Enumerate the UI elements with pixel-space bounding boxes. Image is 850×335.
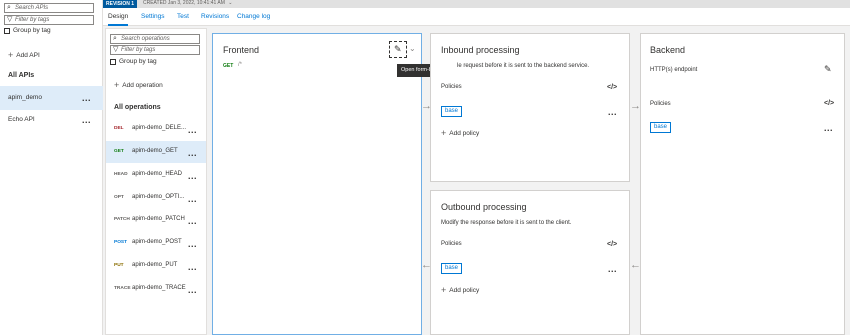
code-icon[interactable]: </> bbox=[607, 84, 617, 91]
revision-bar: REVISION 1 CREATED Jan 3, 2022, 10:41:41… bbox=[103, 0, 850, 8]
base-policy-chip[interactable]: base bbox=[441, 263, 463, 274]
policies-label: Policies bbox=[650, 101, 671, 107]
operation-name: apim-demo_DELE... bbox=[132, 125, 187, 131]
tab-settings[interactable]: Settings bbox=[141, 8, 165, 26]
verb-badge: PATCH bbox=[114, 217, 130, 222]
chevron-down-icon[interactable]: ⌄ bbox=[409, 44, 416, 53]
inbound-description: le request before it is sent to the back… bbox=[457, 63, 590, 69]
tab-test[interactable]: Test bbox=[177, 8, 189, 26]
policies-label: Policies bbox=[441, 241, 462, 247]
all-apis-heading: All APIs bbox=[8, 72, 35, 79]
more-icon[interactable]: ... bbox=[188, 286, 197, 295]
operation-row-head[interactable]: HEAD apim-demo_HEAD ... bbox=[106, 164, 206, 186]
filter-icon: ▽ bbox=[7, 16, 13, 23]
tab-design[interactable]: Design bbox=[108, 8, 129, 26]
more-icon[interactable]: ... bbox=[188, 263, 197, 272]
revision-badge[interactable]: REVISION 1 bbox=[103, 0, 138, 8]
all-operations-heading: All operations bbox=[114, 104, 161, 111]
frontend-verb: GET bbox=[223, 63, 234, 69]
checkbox-box[interactable] bbox=[110, 58, 116, 65]
verb-badge: PUT bbox=[114, 263, 124, 268]
code-icon[interactable]: </> bbox=[824, 100, 834, 107]
base-policy-chip[interactable]: base bbox=[650, 122, 672, 133]
plus-icon: + bbox=[114, 80, 120, 90]
outbound-description: Modify the response before it is sent to… bbox=[441, 220, 572, 226]
verb-badge: DEL bbox=[114, 126, 124, 131]
outbound-title: Outbound processing bbox=[441, 202, 527, 212]
search-operations-input[interactable]: ⌕ Search operations bbox=[110, 34, 200, 44]
more-icon[interactable]: ... bbox=[608, 265, 617, 274]
filter-operations-input[interactable]: ▽ Filter by tags bbox=[110, 45, 200, 55]
operation-name: apim-demo_OPTI... bbox=[132, 194, 185, 200]
add-policy-button[interactable]: + Add policy bbox=[441, 128, 479, 138]
more-icon[interactable]: ... bbox=[82, 116, 91, 125]
backend-card: Backend HTTP(s) endpoint ✎ Policies </> … bbox=[640, 33, 845, 335]
policies-label: Policies bbox=[441, 84, 462, 90]
operation-name: apim-demo_TRACE bbox=[132, 285, 186, 291]
operation-name: apim-demo_HEAD bbox=[132, 171, 183, 177]
frontend-title: Frontend bbox=[223, 45, 260, 55]
api-item-apim-demo[interactable]: apim_demo ... bbox=[0, 86, 103, 110]
group-by-tag-checkbox[interactable]: Group by tag bbox=[4, 27, 51, 34]
edit-form-button[interactable]: ✎ bbox=[389, 41, 407, 58]
operation-name: apim-demo_POST bbox=[132, 239, 182, 245]
tab-bar: Design Settings Test Revisions Change lo… bbox=[103, 8, 850, 26]
endpoint-label: HTTP(s) endpoint bbox=[650, 67, 698, 73]
inbound-card: Inbound processing le request before it … bbox=[430, 33, 630, 182]
more-icon[interactable]: ... bbox=[824, 124, 833, 133]
operation-row-trace[interactable]: TRACE apim-demo_TRACE ... bbox=[106, 278, 206, 300]
operation-name: apim-demo_PATCH bbox=[132, 216, 185, 222]
more-icon[interactable]: ... bbox=[188, 172, 197, 181]
operation-row-post[interactable]: POST apim-demo_POST ... bbox=[106, 232, 206, 254]
more-icon[interactable]: ... bbox=[188, 126, 197, 135]
more-icon[interactable]: ... bbox=[188, 195, 197, 204]
api-item-echo-api[interactable]: Echo API ... bbox=[0, 108, 103, 132]
backend-title: Backend bbox=[650, 45, 686, 55]
inbound-title: Inbound processing bbox=[441, 45, 520, 55]
verb-badge: POST bbox=[114, 240, 128, 245]
verb-badge: HEAD bbox=[114, 172, 128, 177]
operation-name: apim-demo_GET bbox=[132, 148, 178, 154]
more-icon[interactable]: ... bbox=[608, 108, 617, 117]
more-icon[interactable]: ... bbox=[82, 94, 91, 103]
verb-badge: GET bbox=[114, 149, 124, 154]
pencil-icon[interactable]: ✎ bbox=[824, 64, 832, 75]
base-policy-chip[interactable]: base bbox=[441, 106, 463, 117]
plus-icon: + bbox=[441, 285, 447, 295]
operation-row-put[interactable]: PUT apim-demo_PUT ... bbox=[106, 255, 206, 277]
api-list-panel: ⌕ Search APIs ▽ Filter by tags Group by … bbox=[0, 0, 103, 335]
operations-panel: ⌕ Search operations ▽ Filter by tags Gro… bbox=[105, 28, 207, 335]
more-icon[interactable]: ... bbox=[188, 149, 197, 158]
more-icon[interactable]: ... bbox=[188, 217, 197, 226]
frontend-card[interactable]: Frontend ✎ ⌄ GET /* bbox=[212, 33, 422, 335]
code-icon[interactable]: </> bbox=[607, 241, 617, 248]
search-apis-input[interactable]: ⌕ Search APIs bbox=[4, 3, 94, 13]
more-icon[interactable]: ... bbox=[188, 240, 197, 249]
chevron-down-icon[interactable]: ⌄ bbox=[228, 0, 232, 6]
filter-apis-input[interactable]: ▽ Filter by tags bbox=[4, 15, 94, 25]
operation-name: apim-demo_PUT bbox=[132, 262, 178, 268]
tab-revisions[interactable]: Revisions bbox=[201, 8, 229, 26]
frontend-path: /* bbox=[238, 62, 243, 68]
filter-icon: ▽ bbox=[113, 46, 119, 53]
verb-badge: OPT bbox=[114, 195, 124, 200]
operation-row-delete[interactable]: DEL apim-demo_DELE... ... bbox=[106, 118, 206, 140]
tab-change-log[interactable]: Change log bbox=[237, 8, 270, 26]
search-icon: ⌕ bbox=[113, 35, 117, 42]
operation-row-options[interactable]: OPT apim-demo_OPTI... ... bbox=[106, 187, 206, 209]
group-by-tag-checkbox[interactable]: Group by tag bbox=[110, 58, 157, 65]
add-policy-button[interactable]: + Add policy bbox=[441, 285, 479, 295]
verb-badge: TRACE bbox=[114, 286, 131, 291]
plus-icon: + bbox=[8, 50, 14, 60]
operation-row-get[interactable]: GET apim-demo_GET ... bbox=[106, 141, 206, 163]
outbound-card: Outbound processing Modify the response … bbox=[430, 190, 630, 335]
pencil-icon: ✎ bbox=[394, 44, 402, 54]
operation-row-patch[interactable]: PATCH apim-demo_PATCH ... bbox=[106, 209, 206, 231]
checkbox-box[interactable] bbox=[4, 27, 10, 34]
add-operation-button[interactable]: + Add operation bbox=[114, 80, 163, 90]
add-api-button[interactable]: + Add API bbox=[8, 50, 40, 60]
plus-icon: + bbox=[441, 128, 447, 138]
created-timestamp: CREATED Jan 3, 2022, 10:41:41 AM ⌄ bbox=[143, 0, 233, 6]
search-icon: ⌕ bbox=[7, 4, 11, 11]
